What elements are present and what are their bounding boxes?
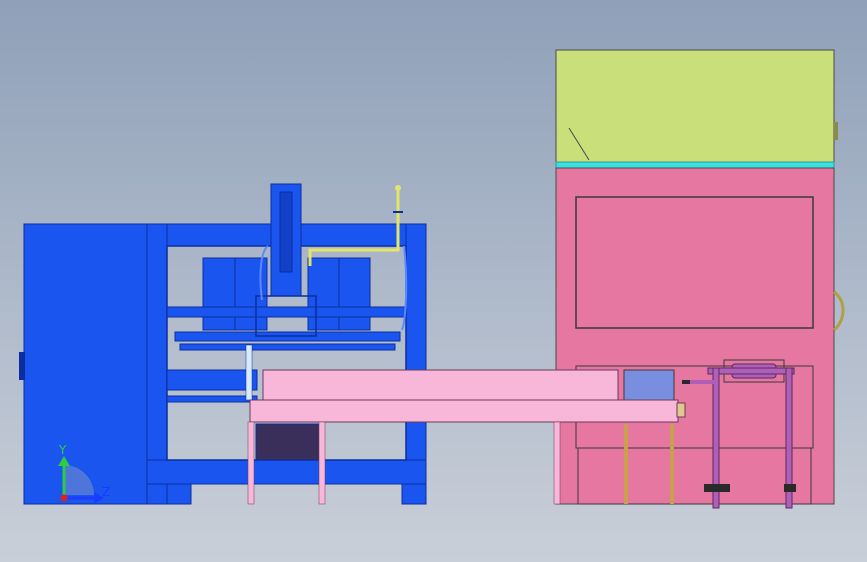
hopper-side-latch <box>834 122 838 140</box>
horizontal-rod-3 <box>179 343 396 351</box>
conveyor-upper-slab <box>262 369 619 401</box>
cabinet-side-handle <box>832 290 845 332</box>
lavender-block <box>623 369 675 401</box>
blue-housing-panel <box>23 223 149 505</box>
cad-viewport[interactable]: Y Z <box>0 0 867 562</box>
horizontal-rod-5 <box>166 395 258 403</box>
column-slot <box>279 191 293 273</box>
blue-machine <box>19 183 427 505</box>
green-hopper <box>555 49 835 163</box>
tan-leg-left <box>624 424 628 504</box>
blue-frame-base <box>146 459 427 485</box>
conveyor-leg <box>318 421 326 505</box>
pink-cabinet <box>555 49 845 509</box>
blue-foot-right <box>401 483 427 505</box>
conveyor-end-cap <box>676 402 686 418</box>
cyan-divider-strip <box>555 161 835 169</box>
triad-origin-icon <box>60 494 68 502</box>
dark-collection-tray <box>255 423 321 461</box>
y-axis-label: Y <box>58 443 67 457</box>
conveyor-leg <box>247 421 255 505</box>
conveyor-leg <box>553 421 561 505</box>
pale-guide-rod <box>245 344 253 401</box>
z-axis-label: Z <box>102 485 110 499</box>
cabinet-base-cutout <box>577 447 812 505</box>
conveyor-lower-slab <box>249 399 679 423</box>
tan-leg-right <box>670 424 674 504</box>
housing-side-knob <box>19 352 25 380</box>
horizontal-rod-1 <box>166 306 407 318</box>
blue-foot-left <box>166 483 192 505</box>
horizontal-rod-4 <box>166 369 258 391</box>
